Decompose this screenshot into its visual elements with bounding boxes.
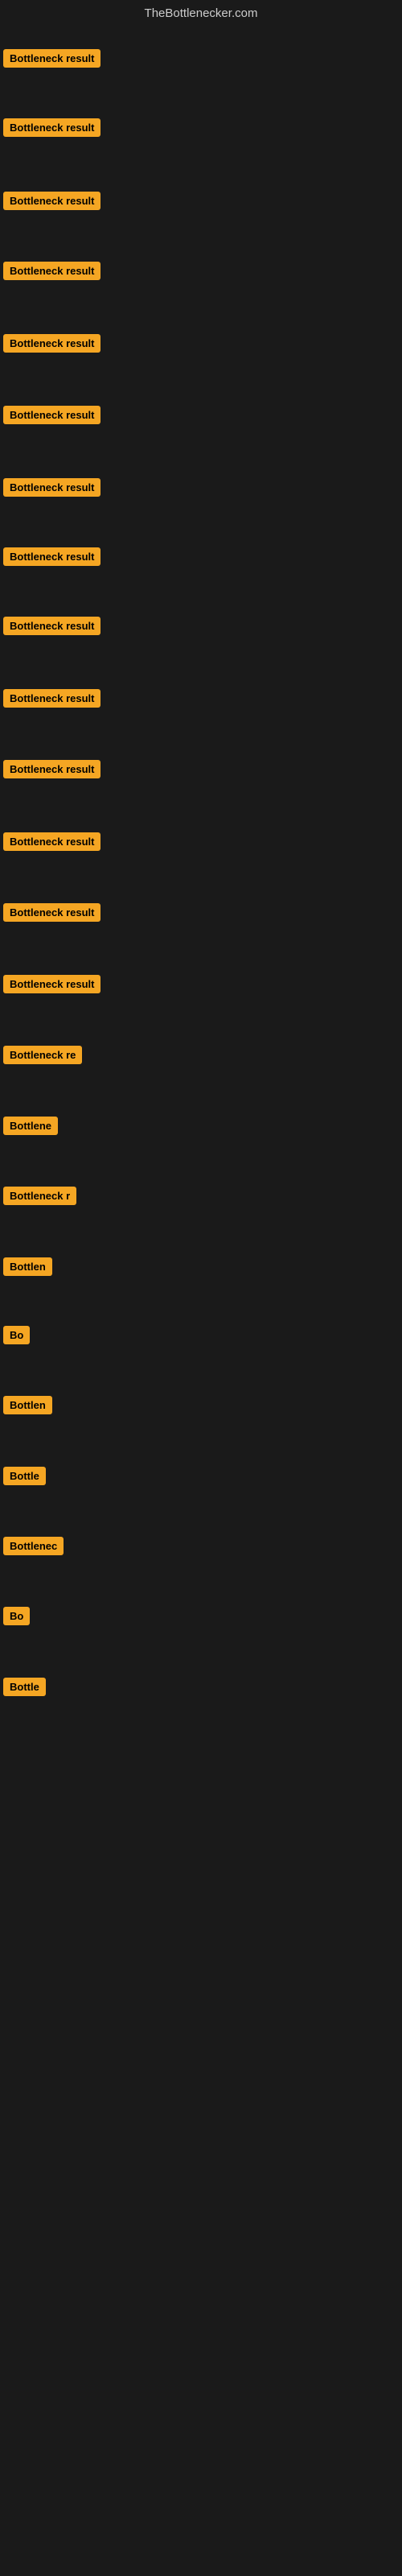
result-row: Bottleneck result: [0, 544, 104, 573]
result-row: Bottleneck result: [0, 115, 104, 144]
result-row: Bottlene: [0, 1113, 61, 1142]
result-row: Bottlen: [0, 1393, 55, 1422]
result-row: Bottleneck result: [0, 188, 104, 217]
result-row: Bo: [0, 1323, 33, 1352]
bottleneck-badge[interactable]: Bottleneck result: [3, 547, 100, 566]
bottleneck-badge[interactable]: Bottleneck result: [3, 689, 100, 708]
result-row: Bottleneck result: [0, 402, 104, 431]
result-row: Bottleneck result: [0, 829, 104, 858]
bottleneck-badge[interactable]: Bottleneck result: [3, 262, 100, 280]
bottleneck-badge[interactable]: Bottleneck result: [3, 617, 100, 635]
result-row: Bottleneck result: [0, 331, 104, 360]
result-row: Bottlenec: [0, 1534, 67, 1563]
result-row: Bottleneck re: [0, 1042, 85, 1071]
bottleneck-badge[interactable]: Bottlen: [3, 1257, 52, 1276]
result-row: Bottleneck result: [0, 613, 104, 642]
bottleneck-badge[interactable]: Bottleneck result: [3, 406, 100, 424]
bottleneck-badge[interactable]: Bottleneck result: [3, 903, 100, 922]
bottleneck-badge[interactable]: Bo: [3, 1326, 30, 1344]
result-row: Bottleneck result: [0, 972, 104, 1001]
bottleneck-badge[interactable]: Bottleneck result: [3, 118, 100, 137]
result-row: Bottleneck result: [0, 686, 104, 715]
result-row: Bottleneck result: [0, 475, 104, 504]
bottleneck-badge[interactable]: Bottleneck result: [3, 760, 100, 778]
result-row: Bottleneck result: [0, 258, 104, 287]
bottleneck-badge[interactable]: Bottleneck r: [3, 1187, 76, 1205]
bottleneck-badge[interactable]: Bottleneck result: [3, 334, 100, 353]
site-title: TheBottlenecker.com: [0, 0, 402, 30]
result-row: Bottle: [0, 1674, 49, 1703]
bottleneck-badge[interactable]: Bottlen: [3, 1396, 52, 1414]
result-row: Bottlen: [0, 1254, 55, 1283]
result-row: Bo: [0, 1604, 33, 1633]
bottleneck-badge[interactable]: Bottleneck result: [3, 478, 100, 497]
bottleneck-badge[interactable]: Bottleneck result: [3, 192, 100, 210]
bottleneck-badge[interactable]: Bottleneck result: [3, 975, 100, 993]
bottleneck-badge[interactable]: Bottle: [3, 1467, 46, 1485]
bottleneck-badge[interactable]: Bottleneck result: [3, 49, 100, 68]
bottleneck-badge[interactable]: Bottle: [3, 1678, 46, 1696]
result-row: Bottleneck result: [0, 46, 104, 75]
bottleneck-badge[interactable]: Bottleneck re: [3, 1046, 82, 1064]
bottleneck-badge[interactable]: Bo: [3, 1607, 30, 1625]
bottleneck-badge[interactable]: Bottleneck result: [3, 832, 100, 851]
bottleneck-badge[interactable]: Bottlene: [3, 1117, 58, 1135]
result-row: Bottleneck r: [0, 1183, 80, 1212]
result-row: Bottle: [0, 1463, 49, 1492]
bottleneck-badge[interactable]: Bottlenec: [3, 1537, 64, 1555]
result-row: Bottleneck result: [0, 757, 104, 786]
result-row: Bottleneck result: [0, 900, 104, 929]
page-container: TheBottlenecker.com Bottleneck result Bot…: [0, 0, 402, 2576]
